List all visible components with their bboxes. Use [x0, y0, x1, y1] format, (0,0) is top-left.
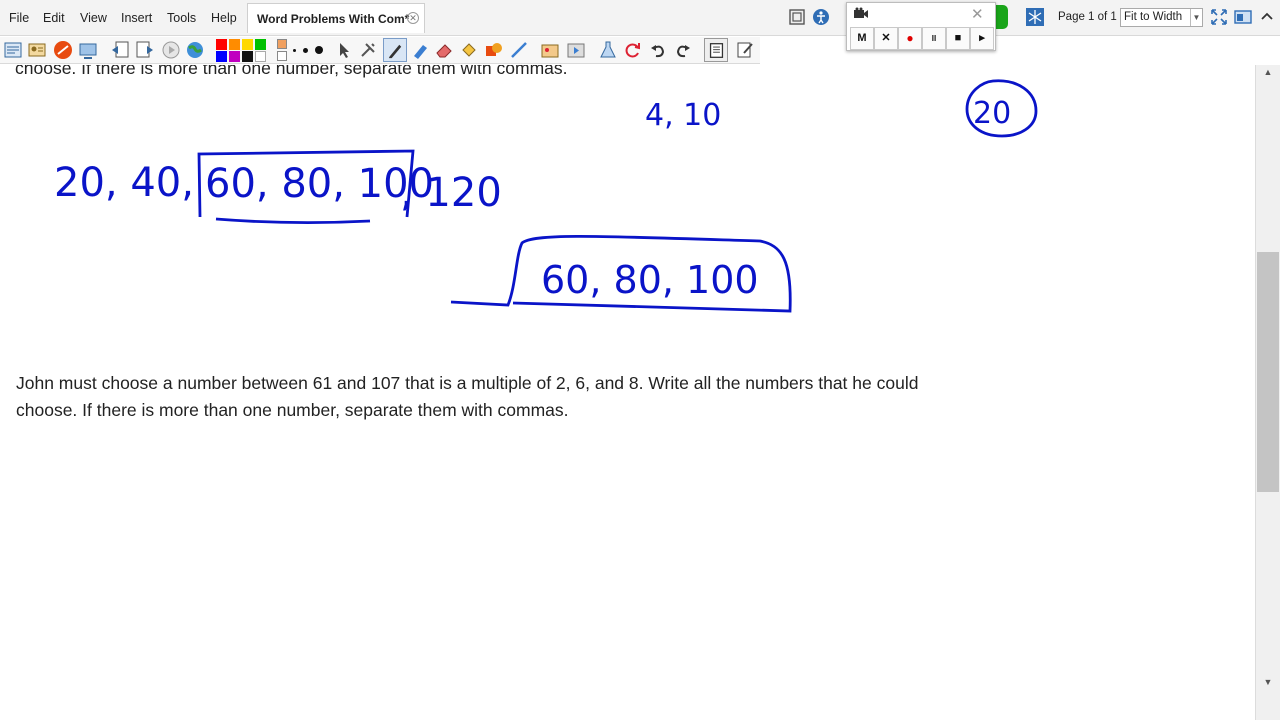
- shapes-icon[interactable]: [484, 40, 504, 60]
- menu-bar: File Edit View Insert Tools Help Word Pr…: [0, 0, 1280, 36]
- problem-text: John must choose a number between 61 and…: [16, 370, 1126, 424]
- screen-capture-icon[interactable]: [78, 40, 98, 60]
- pen-color-swatch[interactable]: [277, 39, 287, 49]
- gallery-icon[interactable]: [540, 40, 560, 60]
- color-swatch-blue[interactable]: [216, 51, 227, 62]
- recorder-cancel-button[interactable]: ✕: [874, 27, 898, 50]
- document-tab[interactable]: Word Problems With Com* ✕: [247, 3, 425, 33]
- stroke-width-medium[interactable]: [303, 48, 308, 53]
- menu-view[interactable]: View: [80, 11, 107, 25]
- record-button[interactable]: ●: [898, 27, 922, 50]
- color-swatch-green[interactable]: [255, 39, 266, 50]
- snowflake-icon[interactable]: [1026, 8, 1044, 26]
- menu-tools[interactable]: Tools: [167, 11, 196, 25]
- pen-icon: [388, 44, 402, 59]
- window-layout-icon[interactable]: [1234, 8, 1252, 26]
- play-button[interactable]: ▸: [970, 27, 994, 50]
- fullscreen-icon[interactable]: [1210, 8, 1228, 26]
- stop-button[interactable]: ■: [946, 27, 970, 50]
- menu-edit[interactable]: Edit: [43, 11, 65, 25]
- previous-page-icon[interactable]: [110, 40, 130, 60]
- scroll-down-icon[interactable]: ▼: [1256, 677, 1280, 693]
- page-indicator: Page 1 of 1: [1058, 11, 1117, 23]
- eraser-icon[interactable]: [434, 40, 454, 60]
- menu-file[interactable]: File: [9, 11, 29, 25]
- fill-bucket-icon[interactable]: [459, 40, 479, 60]
- close-recorder-icon[interactable]: ✕: [971, 5, 984, 23]
- tools-icon[interactable]: [358, 40, 378, 60]
- undo-icon[interactable]: [648, 40, 668, 60]
- scroll-thumb[interactable]: [1257, 252, 1279, 492]
- menu-insert[interactable]: Insert: [121, 11, 152, 25]
- color-swatch-magenta[interactable]: [229, 51, 240, 62]
- accessibility-icon[interactable]: [812, 8, 830, 26]
- screen-recorder-panel: ✕ M ✕ ● II ■ ▸: [846, 2, 996, 51]
- ink-multiples-after: , 120: [400, 170, 502, 216]
- select-arrow-icon[interactable]: [334, 40, 354, 60]
- zoom-value: Fit to Width: [1124, 11, 1183, 23]
- redo-icon[interactable]: [673, 40, 693, 60]
- video-camera-icon: [854, 7, 868, 18]
- next-page-icon[interactable]: [135, 40, 155, 60]
- page-sorter-icon[interactable]: [3, 40, 23, 60]
- zoom-select[interactable]: Fit to Width ▼: [1120, 8, 1203, 27]
- page-view-icon[interactable]: [788, 8, 806, 26]
- document-page[interactable]: choose. If there is more than one number…: [0, 65, 1255, 720]
- color-swatch-black[interactable]: [242, 51, 253, 62]
- chevron-down-icon: ▼: [1190, 9, 1202, 26]
- color-swatch-orange[interactable]: [229, 39, 240, 50]
- media-icon[interactable]: [566, 40, 586, 60]
- problem-line-1: John must choose a number between 61 and…: [16, 373, 919, 393]
- flask-icon[interactable]: [598, 40, 618, 60]
- contacts-icon[interactable]: [27, 40, 47, 60]
- scroll-up-icon[interactable]: ▲: [1256, 67, 1280, 83]
- ink-multiples-before: 20, 40,: [54, 160, 194, 206]
- stroke-width-thin[interactable]: [293, 49, 296, 52]
- ink-final-answer: 60, 80, 100: [541, 258, 759, 302]
- color-swatch-white[interactable]: [255, 51, 266, 62]
- color-swatch-yellow[interactable]: [242, 39, 253, 50]
- globe-icon[interactable]: [185, 40, 205, 60]
- no-entry-icon[interactable]: [53, 40, 73, 60]
- ink-underline: [215, 217, 371, 224]
- collapse-panel-icon[interactable]: [1258, 8, 1276, 26]
- menu-help[interactable]: Help: [211, 11, 237, 25]
- stroke-width-thick[interactable]: [315, 46, 323, 54]
- vertical-scrollbar[interactable]: ▲ ▼: [1255, 65, 1280, 720]
- pause-button[interactable]: II: [922, 27, 946, 50]
- problem-line-2: choose. If there is more than one number…: [16, 400, 569, 420]
- highlighter-icon[interactable]: [410, 40, 430, 60]
- settings-checklist-icon[interactable]: [735, 40, 755, 60]
- recording-indicator: [996, 5, 1008, 29]
- document-icon: [709, 43, 724, 58]
- page-options-button[interactable]: [704, 38, 728, 62]
- pen-color-swatch-2[interactable]: [277, 51, 287, 61]
- pen-tool-active[interactable]: [383, 38, 407, 62]
- color-swatch-red[interactable]: [216, 39, 227, 50]
- ink-circled-answer: 20: [973, 96, 1011, 131]
- annotation-toolbar: [0, 37, 760, 64]
- line-tool-icon[interactable]: [509, 40, 529, 60]
- document-tab-title: Word Problems With Com*: [257, 12, 410, 26]
- ink-factors: 4, 10: [645, 98, 721, 133]
- refresh-icon[interactable]: [623, 40, 643, 60]
- play-icon[interactable]: [161, 40, 181, 60]
- recorder-mode-button[interactable]: M: [850, 27, 874, 50]
- recorder-header: ✕: [847, 3, 995, 25]
- close-tab-icon[interactable]: ✕: [407, 12, 419, 24]
- color-palette: [216, 39, 270, 63]
